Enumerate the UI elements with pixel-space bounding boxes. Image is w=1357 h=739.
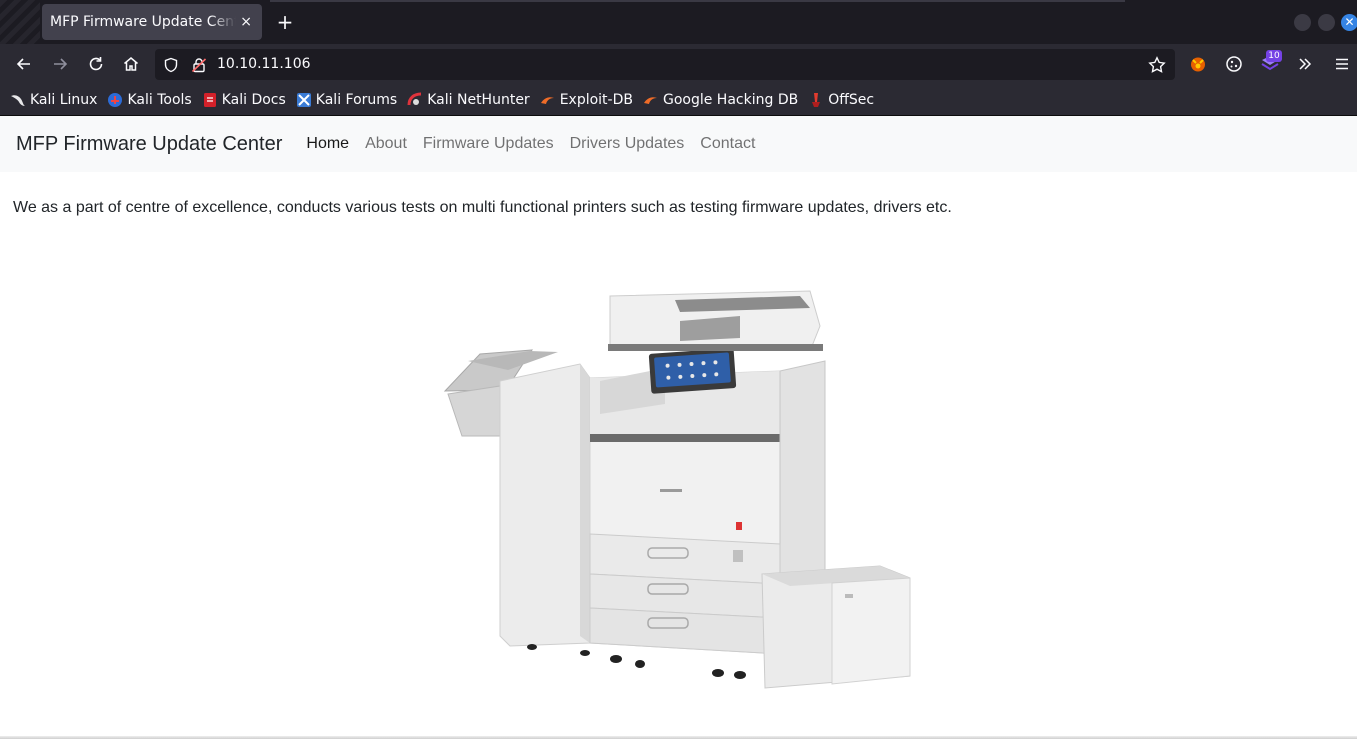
forward-arrow-icon [54,58,68,70]
nav-firmware-updates-link[interactable]: Firmware Updates [423,135,554,153]
bookmark-kali-forums[interactable]: Kali Forums [296,88,397,112]
bookmark-kali-tools[interactable]: Kali Tools [107,88,192,112]
tab-title: MFP Firmware Update Center [50,14,237,30]
new-tab-button[interactable]: + [272,9,298,35]
kali-tools-icon [107,92,123,108]
printer-photo [443,290,911,689]
maximize-button[interactable] [1318,14,1335,31]
tab-strip: MFP Firmware Update Center × + ✕ [0,0,1357,44]
kali-forums-icon [296,92,312,108]
offsec-icon [808,92,824,108]
nav-about-link[interactable]: About [365,135,407,153]
url-text[interactable]: 10.10.11.106 [217,56,311,72]
exploit-db-icon [540,92,556,108]
kali-dragon-icon [10,92,26,108]
navigation-toolbar: 10.10.11.106 [0,44,1357,84]
home-button[interactable] [119,52,143,76]
chevrons-right-icon [1299,58,1312,70]
ghdb-icon [643,92,659,108]
page-viewport: MFP Firmware Update Center Home About Fi… [0,116,1357,739]
close-window-button[interactable]: ✕ [1341,14,1357,31]
app-menu-button[interactable] [1330,52,1354,76]
bookmark-google-hacking-db[interactable]: Google Hacking DB [643,88,798,112]
url-bar[interactable]: 10.10.11.106 [155,49,1175,80]
reload-icon [89,57,103,71]
home-icon [124,57,138,71]
bookmark-kali-nethunter[interactable]: Kali NetHunter [407,88,530,112]
site-navbar: MFP Firmware Update Center Home About Fi… [0,116,1357,172]
bookmark-kali-docs[interactable]: Kali Docs [202,88,286,112]
bookmark-star-icon[interactable] [1147,55,1167,75]
reload-button[interactable] [84,52,108,76]
bookmarks-toolbar: Kali Linux Kali Tools Kali Docs Kali For… [0,84,1357,116]
back-arrow-icon [16,58,30,70]
overflow-menu-button[interactable] [1293,52,1317,76]
extension-count-badge: 10 [1266,50,1282,62]
tracking-shield-icon[interactable] [161,55,181,75]
bookmark-kali-linux[interactable]: Kali Linux [10,88,97,112]
site-brand[interactable]: MFP Firmware Update Center [16,133,282,156]
fox-extension-icon [1191,57,1205,72]
extension-foxyproxy-button[interactable] [1186,52,1210,76]
nav-home-link[interactable]: Home [306,135,349,153]
nethunter-icon [407,92,423,108]
cookie-icon [1226,56,1242,72]
kali-docs-icon [202,92,218,108]
hamburger-menu-icon [1336,58,1348,70]
tabbar-decoration [0,0,40,44]
bookmark-exploit-db[interactable]: Exploit-DB [540,88,633,112]
back-button[interactable] [12,52,36,76]
tab-close-icon[interactable]: × [240,14,252,30]
nav-contact-link[interactable]: Contact [700,135,755,153]
minimize-button[interactable] [1294,14,1311,31]
insecure-lock-icon[interactable] [189,55,209,75]
intro-paragraph: We as a part of centre of excellence, co… [13,199,952,216]
nav-drivers-updates-link[interactable]: Drivers Updates [570,135,685,153]
forward-button[interactable] [48,52,72,76]
bookmark-offsec[interactable]: OffSec [808,88,874,112]
active-tab[interactable]: MFP Firmware Update Center × [42,4,262,40]
cookie-extension-button[interactable] [1222,52,1246,76]
